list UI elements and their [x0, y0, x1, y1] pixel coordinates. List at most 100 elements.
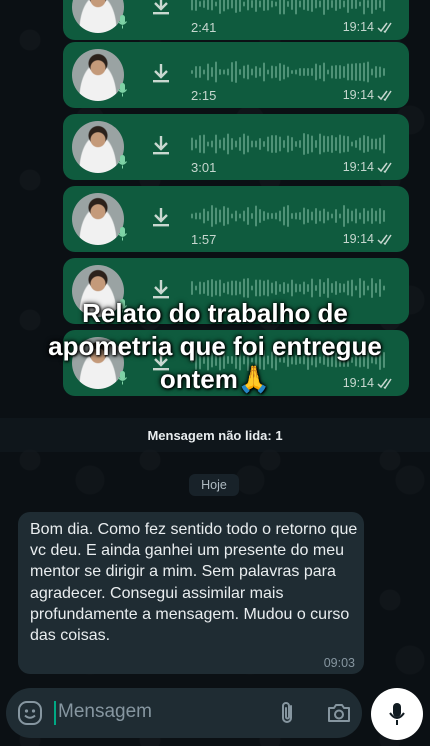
- attach-icon[interactable]: [276, 700, 300, 726]
- waveform-bar: [283, 0, 285, 15]
- waveform-bar: [263, 211, 265, 221]
- waveform-bar: [195, 66, 197, 78]
- message-text: Bom dia. Como fez sentido todo o retorno…: [30, 521, 358, 645]
- waveform-bar: [359, 278, 361, 298]
- waveform-bar: [315, 208, 317, 224]
- voice-message[interactable]: 3:01 19:14: [63, 114, 409, 180]
- waveform-bar: [287, 283, 289, 293]
- waveform-bar: [215, 61, 217, 83]
- waveform-bar: [371, 68, 373, 76]
- waveform-bar: [251, 213, 253, 219]
- waveform-bar: [239, 0, 241, 12]
- waveform-bar: [379, 66, 381, 78]
- waveform-bar: [319, 210, 321, 222]
- waveform-bar: [271, 65, 273, 79]
- camera-icon[interactable]: [326, 701, 352, 725]
- waveform-bar: [371, 208, 373, 224]
- download-icon[interactable]: [149, 133, 173, 157]
- waveform-bar: [199, 66, 201, 78]
- waveform-bar: [383, 210, 385, 222]
- message-time: 19:14: [343, 20, 395, 34]
- waveform-bar: [367, 136, 369, 152]
- voice-record-button[interactable]: [371, 688, 423, 740]
- waveform-bar: [339, 134, 341, 154]
- waveform-bar: [223, 69, 225, 75]
- waveform-bar: [191, 281, 193, 295]
- download-icon[interactable]: [149, 0, 173, 17]
- waveform-bar: [279, 210, 281, 222]
- waveform-bar: [371, 0, 373, 14]
- waveform-bar: [379, 137, 381, 151]
- download-icon[interactable]: [149, 205, 173, 229]
- waveform[interactable]: [191, 204, 387, 228]
- waveform-bar: [255, 66, 257, 78]
- voice-message[interactable]: 2:15 19:14: [63, 42, 409, 108]
- waveform-bar: [327, 278, 329, 298]
- waveform-bar: [299, 140, 301, 148]
- waveform-bar: [323, 282, 325, 294]
- waveform-bar: [307, 68, 309, 76]
- waveform-bar: [383, 0, 385, 12]
- waveform-bar: [351, 141, 353, 147]
- waveform-bar: [315, 140, 317, 148]
- waveform-bar: [223, 0, 225, 12]
- waveform-bar: [319, 65, 321, 79]
- waveform-bar: [279, 63, 281, 81]
- waveform-bar: [283, 206, 285, 226]
- download-icon[interactable]: [149, 61, 173, 85]
- waveform-bar: [319, 0, 321, 8]
- waveform-bar: [299, 284, 301, 292]
- waveform[interactable]: [191, 132, 387, 156]
- waveform-bar: [219, 69, 221, 75]
- waveform-bar: [247, 0, 249, 11]
- waveform-bar: [347, 280, 349, 296]
- waveform-bar: [379, 0, 381, 8]
- waveform-bar: [359, 212, 361, 220]
- incoming-message[interactable]: Bom dia. Como fez sentido todo o retorno…: [18, 512, 364, 674]
- waveform-bar: [255, 140, 257, 148]
- waveform-bar: [291, 70, 293, 74]
- waveform-bar: [351, 279, 353, 297]
- waveform-bar: [363, 135, 365, 153]
- mic-icon: [118, 83, 127, 97]
- emoji-icon[interactable]: [17, 700, 43, 726]
- waveform-bar: [347, 63, 349, 81]
- waveform-bar: [371, 278, 373, 298]
- waveform-bar: [287, 135, 289, 153]
- waveform-bar: [223, 137, 225, 151]
- waveform-bar: [295, 283, 297, 293]
- voice-message[interactable]: 2:41 19:14: [63, 0, 409, 40]
- caption-line: Relato do trabalho de: [82, 298, 348, 328]
- waveform-bar: [259, 0, 261, 8]
- waveform-bar: [251, 68, 253, 76]
- waveform-bar: [275, 66, 277, 78]
- waveform-bar: [347, 0, 349, 13]
- waveform-bar: [291, 0, 293, 10]
- waveform[interactable]: [191, 60, 387, 84]
- waveform-bar: [291, 213, 293, 219]
- message-time: 19:14: [343, 160, 395, 174]
- waveform-bar: [307, 134, 309, 154]
- waveform-bar: [331, 65, 333, 79]
- waveform-bar: [323, 62, 325, 82]
- message-input[interactable]: Mensagem: [58, 701, 152, 723]
- waveform-bar: [355, 208, 357, 224]
- waveform-bar: [251, 140, 253, 148]
- waveform-bar: [231, 213, 233, 219]
- waveform-bar: [355, 285, 357, 291]
- waveform-bar: [267, 0, 269, 11]
- waveform-bar: [263, 0, 265, 11]
- waveform-bar: [243, 65, 245, 79]
- unread-banner: Mensagem não lida: 1: [0, 418, 430, 452]
- waveform-bar: [215, 207, 217, 225]
- waveform-bar: [295, 69, 297, 75]
- waveform-bar: [375, 138, 377, 150]
- waveform-bar: [211, 205, 213, 227]
- waveform[interactable]: [191, 0, 387, 16]
- double-check-icon: [377, 90, 392, 101]
- voice-message[interactable]: 1:57 19:14: [63, 186, 409, 252]
- waveform-bar: [231, 62, 233, 82]
- message-composer[interactable]: Mensagem: [6, 688, 362, 738]
- waveform-bar: [327, 69, 329, 75]
- waveform-bar: [311, 278, 313, 298]
